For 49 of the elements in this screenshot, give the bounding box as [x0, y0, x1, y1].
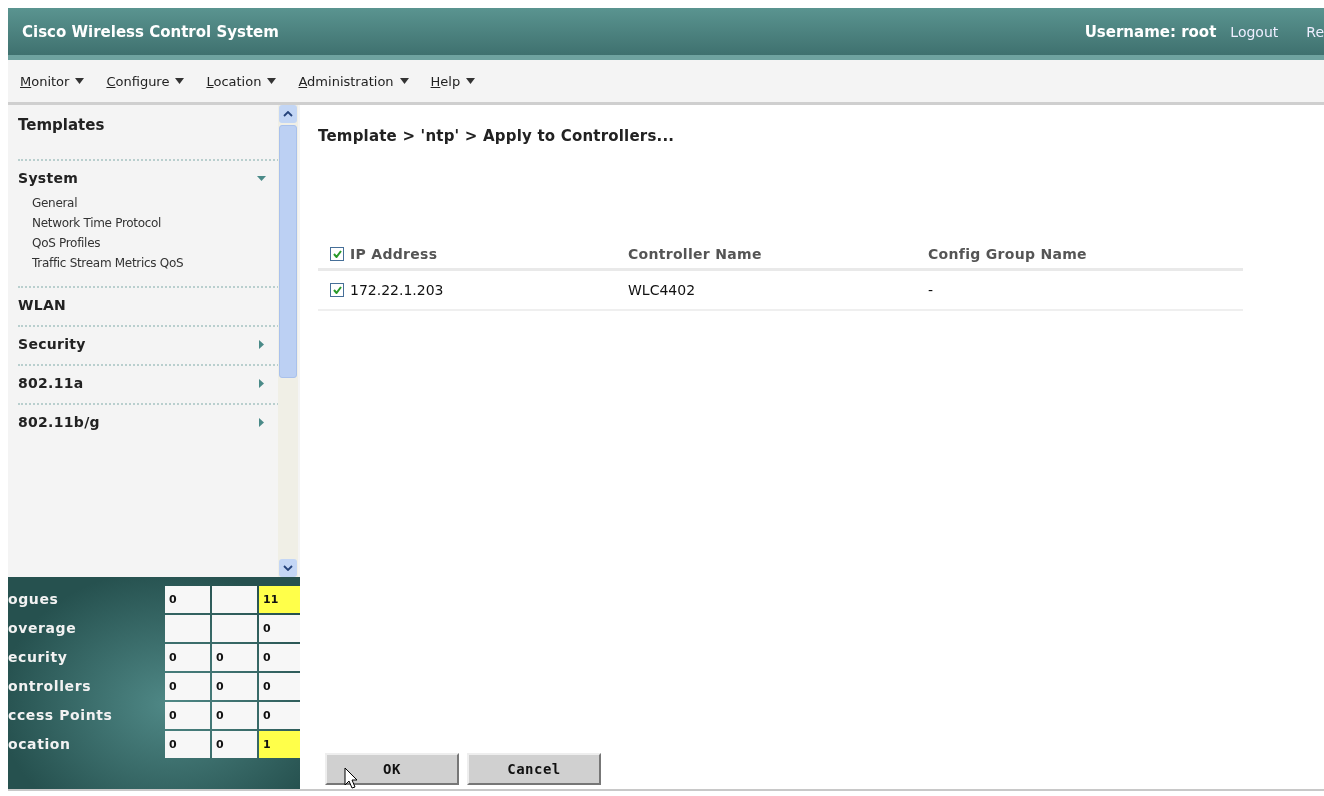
sidebar-subitem[interactable]: General: [32, 196, 266, 210]
cancel-button[interactable]: Cancel: [467, 753, 601, 785]
alarm-label: ocation: [8, 735, 72, 754]
alarm-count[interactable]: 0: [212, 731, 257, 758]
alarm-count[interactable]: 0: [165, 644, 210, 671]
alarm-count[interactable]: 0: [259, 702, 300, 729]
column-header: IP Address: [350, 246, 438, 262]
menu-item[interactable]: Help: [430, 73, 476, 89]
alarm-label: ecurity: [8, 648, 69, 667]
menu-item[interactable]: Configure: [106, 73, 185, 89]
sidebar-item[interactable]: 802.11b/g: [18, 414, 266, 430]
alarm-count[interactable]: 0: [165, 673, 210, 700]
alarm-count[interactable]: 0: [259, 615, 300, 642]
sidebar-title: Templates: [18, 116, 105, 134]
sidebar-item[interactable]: System: [18, 170, 266, 186]
alarm-count[interactable]: 0: [259, 673, 300, 700]
menu-item[interactable]: Monitor: [20, 73, 85, 89]
column-header: Controller Name: [628, 246, 762, 262]
alarm-count[interactable]: 0: [259, 644, 300, 671]
header-link[interactable]: Re: [1306, 23, 1324, 40]
alarm-count[interactable]: 1: [259, 731, 300, 758]
sidebar-subitem[interactable]: Traffic Stream Metrics QoS: [32, 256, 266, 270]
column-header: Config Group Name: [928, 246, 1087, 262]
alarm-label: ontrollers: [8, 677, 93, 696]
alarm-count[interactable]: 0: [212, 673, 257, 700]
alarm-label: ogues: [8, 590, 60, 609]
header-link[interactable]: Logout: [1230, 23, 1279, 40]
alarm-count[interactable]: 0: [165, 702, 210, 729]
menu-item[interactable]: Location: [206, 73, 277, 89]
sidebar-item[interactable]: 802.11a: [18, 375, 266, 391]
table-cell: WLC4402: [628, 282, 696, 298]
ok-button[interactable]: OK: [325, 753, 459, 785]
alarm-count[interactable]: 0: [165, 731, 210, 758]
sidebar-subitem[interactable]: Network Time Protocol: [32, 216, 266, 230]
alarm-count[interactable]: 11: [259, 586, 300, 613]
alarm-label: overage: [8, 619, 78, 638]
sidebar-subitem[interactable]: QoS Profiles: [32, 236, 266, 250]
breadcrumb: Template > 'ntp' > Apply to Controllers...: [318, 127, 676, 145]
app-title: Cisco Wireless Control System: [22, 22, 279, 41]
username-label: Username: root: [1084, 22, 1217, 41]
alarm-count[interactable]: 0: [165, 586, 210, 613]
table-cell: -: [928, 282, 934, 298]
menu-item[interactable]: Administration: [298, 73, 409, 89]
alarm-count[interactable]: 0: [212, 644, 257, 671]
table-cell: 172.22.1.203: [350, 282, 444, 298]
sidebar-item[interactable]: WLAN: [18, 297, 266, 313]
alarm-label: ccess Points: [8, 706, 114, 725]
alarm-count[interactable]: 0: [212, 702, 257, 729]
sidebar-item[interactable]: Security: [18, 336, 266, 352]
